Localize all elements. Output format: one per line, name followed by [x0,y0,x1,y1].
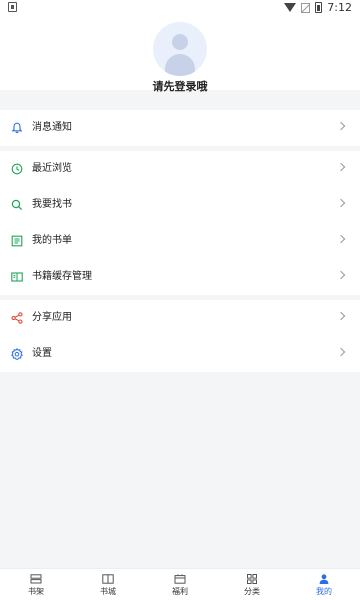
chevron-right-icon [336,121,346,131]
menu-item-label: 分享应用 [32,312,72,323]
book-icon [102,574,114,584]
nav-tab-welfare[interactable]: 福利 [144,569,216,600]
status-time: 7:12 [327,1,352,14]
user-icon [319,574,329,584]
nav-tab-bookstore[interactable]: 书城 [72,569,144,600]
grid-icon [247,574,257,584]
menu-group-app: 分享应用 设置 [0,300,360,372]
chevron-right-icon [336,162,346,172]
chevron-right-icon [336,270,346,280]
clock-icon [11,163,23,175]
status-indicators: 7:12 [284,1,352,14]
gift-icon [174,574,186,584]
menu-group-reading: 最近浏览 我要找书 我的书单 书籍缓存管理 [0,151,360,295]
nav-tab-label: 我的 [316,587,332,596]
wifi-icon [284,3,297,12]
gear-icon [11,348,23,360]
chevron-right-icon [336,347,346,357]
bookshelf-icon [30,574,42,584]
status-bar: 7:12 [0,0,360,16]
bottom-nav: 书架 书城 福利 分类 我的 [0,568,360,600]
nav-tab-bookshelf[interactable]: 书架 [0,569,72,600]
menu-item-label: 我要找书 [32,199,72,210]
menu-item-find-book[interactable]: 我要找书 [0,187,360,223]
book-open-icon [11,272,23,282]
nav-tab-mine[interactable]: 我的 [288,569,360,600]
menu-item-booklist[interactable]: 我的书单 [0,223,360,259]
battery-icon [315,2,323,13]
menu-item-recent[interactable]: 最近浏览 [0,151,360,187]
share-icon [11,312,23,324]
menu-item-label: 我的书单 [32,235,72,246]
notification-icon [8,2,17,12]
menu-item-label: 书籍缓存管理 [32,271,92,282]
menu-item-label: 最近浏览 [32,163,72,174]
login-prompt[interactable]: 请先登录哦 [0,78,360,94]
menu-group-notifications: 消息通知 [0,110,360,146]
search-icon [11,199,23,211]
nav-tab-label: 分类 [244,587,260,596]
bell-icon [11,122,23,134]
menu-item-label: 消息通知 [32,122,72,133]
avatar[interactable] [153,22,207,76]
chevron-right-icon [336,198,346,208]
chevron-right-icon [336,234,346,244]
profile-header: 请先登录哦 [0,16,360,93]
nav-tab-label: 书架 [28,587,44,596]
nav-tab-category[interactable]: 分类 [216,569,288,600]
menu-item-notifications[interactable]: 消息通知 [0,110,360,146]
menu-item-cache-management[interactable]: 书籍缓存管理 [0,259,360,295]
avatar-body-shape [165,54,195,76]
signal-icon [301,2,311,13]
list-icon [11,235,23,247]
nav-tab-label: 福利 [172,587,188,596]
nav-tab-label: 书城 [100,587,116,596]
avatar-head-shape [172,34,188,50]
profile-screen: 7:12 请先登录哦 消息通知 最近浏览 我要找书 我的书单 书籍缓存管理 分享… [0,0,360,600]
menu-item-share[interactable]: 分享应用 [0,300,360,336]
menu-item-settings[interactable]: 设置 [0,336,360,372]
chevron-right-icon [336,311,346,321]
menu-item-label: 设置 [32,348,52,359]
